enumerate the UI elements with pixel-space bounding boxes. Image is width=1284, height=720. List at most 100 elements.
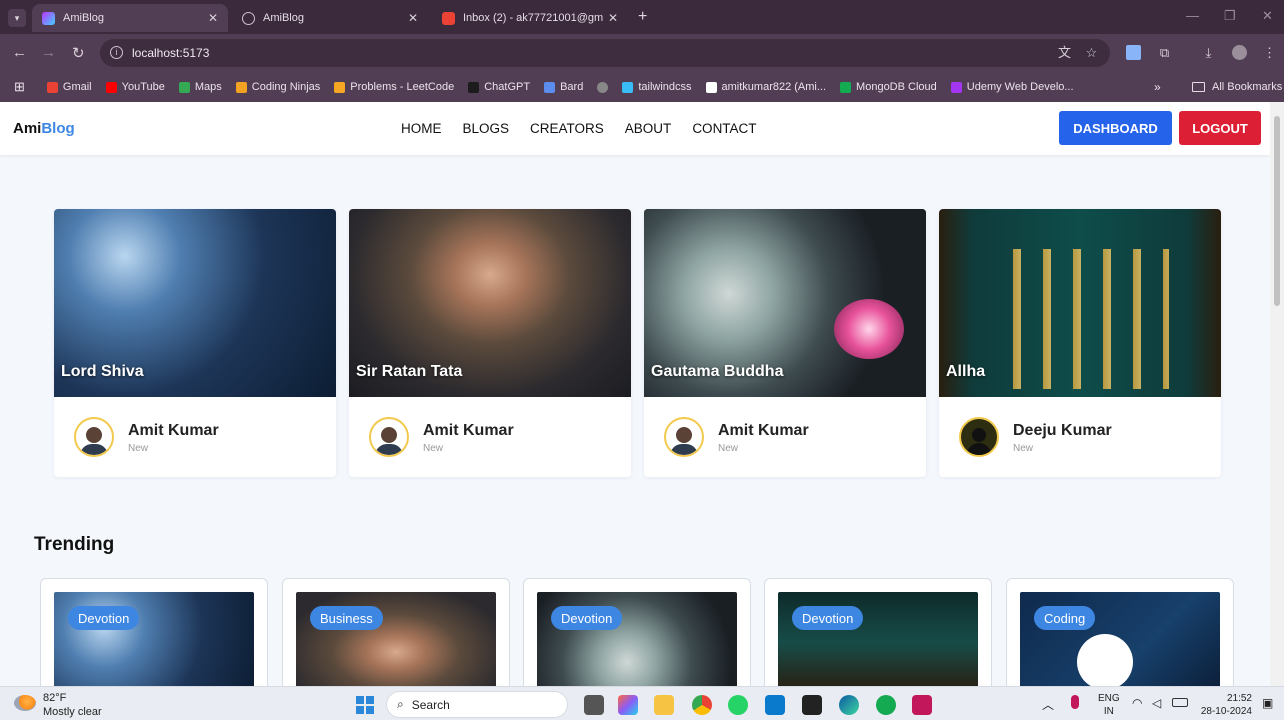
vscode-icon[interactable]	[765, 695, 785, 715]
edge-icon[interactable]	[839, 695, 859, 715]
dashboard-button[interactable]: DASHBOARD	[1059, 111, 1172, 145]
tab-amiblog-2[interactable]: AmiBlog ✕	[232, 4, 428, 32]
taskbar-search[interactable]: ⌕ Search	[386, 691, 568, 718]
reload-icon[interactable]: ↻	[72, 44, 85, 62]
microphone-icon[interactable]	[1071, 695, 1079, 709]
copilot-icon[interactable]	[618, 695, 638, 715]
weather-temp[interactable]: 82°F	[43, 692, 66, 704]
tab-search-icon[interactable]: ▾	[8, 9, 26, 27]
featured-card[interactable]: Lord Shiva Amit Kumar New	[54, 209, 336, 477]
bookmark-item[interactable]: ChatGPT	[468, 81, 530, 93]
bookmark-item[interactable]: amitkumar822 (Ami...	[705, 81, 826, 93]
page-scrollbar[interactable]	[1270, 102, 1284, 686]
bookmark-item[interactable]: YouTube	[105, 81, 165, 93]
extension-icon[interactable]	[1126, 45, 1141, 60]
download-icon[interactable]: ⤓	[1201, 45, 1216, 60]
menu-icon[interactable]: ⋮	[1262, 45, 1277, 60]
trending-card[interactable]: Business	[282, 578, 510, 698]
author-avatar	[74, 417, 114, 457]
profile-icon[interactable]	[1232, 45, 1247, 60]
lang-primary: ENG	[1098, 693, 1120, 704]
logout-button[interactable]: LOGOUT	[1179, 111, 1261, 145]
puzzle-icon[interactable]: ⧉	[1157, 45, 1172, 60]
terminal-icon[interactable]	[802, 695, 822, 715]
featured-card[interactable]: Allha Deeju Kumar New	[939, 209, 1221, 477]
blog-title: Sir Ratan Tata	[356, 363, 463, 380]
tray-chevron-icon[interactable]: ︿	[1042, 696, 1054, 713]
translate-icon[interactable]: 文	[1057, 45, 1072, 60]
mongodb-compass-icon[interactable]	[876, 695, 896, 715]
bookmark-item[interactable]: Bard	[544, 81, 583, 93]
snipping-tool-icon[interactable]	[912, 695, 932, 715]
whatsapp-icon[interactable]	[728, 695, 748, 715]
bookmark-item[interactable]: MongoDB Cloud	[840, 81, 937, 93]
close-tab-icon[interactable]: ✕	[608, 11, 618, 25]
featured-card[interactable]: Sir Ratan Tata Amit Kumar New	[349, 209, 631, 477]
trending-card[interactable]: Coding	[1006, 578, 1234, 698]
windows-start-icon[interactable]	[356, 696, 374, 714]
bookmark-favicon-icon	[705, 81, 717, 93]
bookmark-item[interactable]: Udemy Web Develo...	[950, 81, 1074, 93]
close-tab-icon[interactable]: ✕	[408, 11, 418, 25]
bookmark-item[interactable]: Maps	[178, 81, 222, 93]
all-bookmarks-link[interactable]: All Bookmarks	[1212, 81, 1282, 93]
more-bookmarks-icon[interactable]: »	[1154, 80, 1161, 94]
site-info-icon[interactable]: i	[110, 46, 123, 59]
weather-icon[interactable]	[14, 695, 36, 711]
bookmark-favicon-icon	[597, 81, 609, 93]
author-name: Amit Kumar	[423, 422, 514, 439]
gmail-icon	[442, 11, 455, 25]
close-tab-icon[interactable]: ✕	[208, 11, 218, 25]
language-indicator[interactable]: ENG IN	[1098, 692, 1120, 718]
chrome-icon[interactable]	[692, 695, 712, 715]
featured-card[interactable]: Gautama Buddha Amit Kumar New	[644, 209, 926, 477]
volume-icon[interactable]: ◁	[1152, 696, 1161, 710]
new-tab-icon[interactable]: +	[638, 8, 647, 26]
bookmark-item[interactable]: Problems - LeetCode	[334, 81, 454, 93]
close-window-icon[interactable]: ✕	[1262, 8, 1273, 24]
bookmarks-bar: ⊞ Gmail YouTube Maps Coding Ninjas Problems …	[0, 72, 1284, 102]
clock[interactable]: 21:52 28-10-2024	[1200, 692, 1252, 718]
bookmark-item[interactable]: tailwindcss	[622, 81, 692, 93]
battery-icon[interactable]	[1172, 698, 1188, 707]
nav-about[interactable]: ABOUT	[625, 121, 672, 136]
tab-amiblog-1[interactable]: AmiBlog ✕	[32, 4, 228, 32]
vite-favicon-icon	[42, 11, 55, 25]
scrollbar-thumb[interactable]	[1274, 116, 1280, 306]
bookmark-item[interactable]: Gmail	[46, 81, 92, 93]
back-icon[interactable]: ←	[12, 44, 27, 61]
star-icon[interactable]: ☆	[1084, 45, 1099, 60]
trending-heading: Trending	[34, 534, 115, 555]
clock-date: 28-10-2024	[1200, 706, 1252, 717]
bookmark-item[interactable]	[597, 81, 609, 93]
minimize-icon[interactable]: —	[1186, 8, 1199, 23]
category-badge: Devotion	[68, 606, 140, 630]
nav-creators[interactable]: CREATORS	[530, 121, 604, 136]
author-tag: New	[1013, 443, 1034, 454]
file-explorer-icon[interactable]	[654, 695, 674, 715]
trending-card[interactable]: Devotion	[764, 578, 992, 698]
nav-blogs[interactable]: BLOGS	[463, 121, 510, 136]
bookmark-item[interactable]: Coding Ninjas	[235, 81, 320, 93]
nav-home[interactable]: HOME	[401, 121, 442, 136]
forward-icon[interactable]: →	[41, 44, 56, 61]
url-field[interactable]: i localhost:5173	[100, 39, 1110, 67]
apps-grid-icon[interactable]: ⊞	[14, 79, 25, 95]
weather-desc[interactable]: Mostly clear	[43, 706, 102, 718]
tab-strip: ▾ AmiBlog ✕ AmiBlog ✕ Inbox (2) - ak7772…	[0, 0, 1284, 34]
wifi-icon[interactable]: ◠	[1132, 696, 1142, 710]
tab-gmail[interactable]: Inbox (2) - ak77721001@gmail ✕	[432, 4, 628, 32]
bookmark-favicon-icon	[334, 81, 346, 93]
notification-icon[interactable]: ▣	[1262, 696, 1273, 710]
trending-card[interactable]: Devotion	[40, 578, 268, 698]
nav-contact[interactable]: CONTACT	[692, 121, 756, 136]
maximize-icon[interactable]: ❐	[1224, 8, 1236, 24]
bookmark-label: ChatGPT	[484, 81, 531, 93]
task-view-icon[interactable]	[584, 695, 604, 715]
trending-card[interactable]: Devotion	[523, 578, 751, 698]
bookmark-favicon-icon	[840, 81, 852, 93]
tab-title: AmiBlog	[263, 12, 304, 24]
tab-title: AmiBlog	[63, 12, 104, 24]
search-icon: ⌕	[397, 697, 404, 711]
site-logo[interactable]: AmiBlog	[13, 120, 75, 137]
